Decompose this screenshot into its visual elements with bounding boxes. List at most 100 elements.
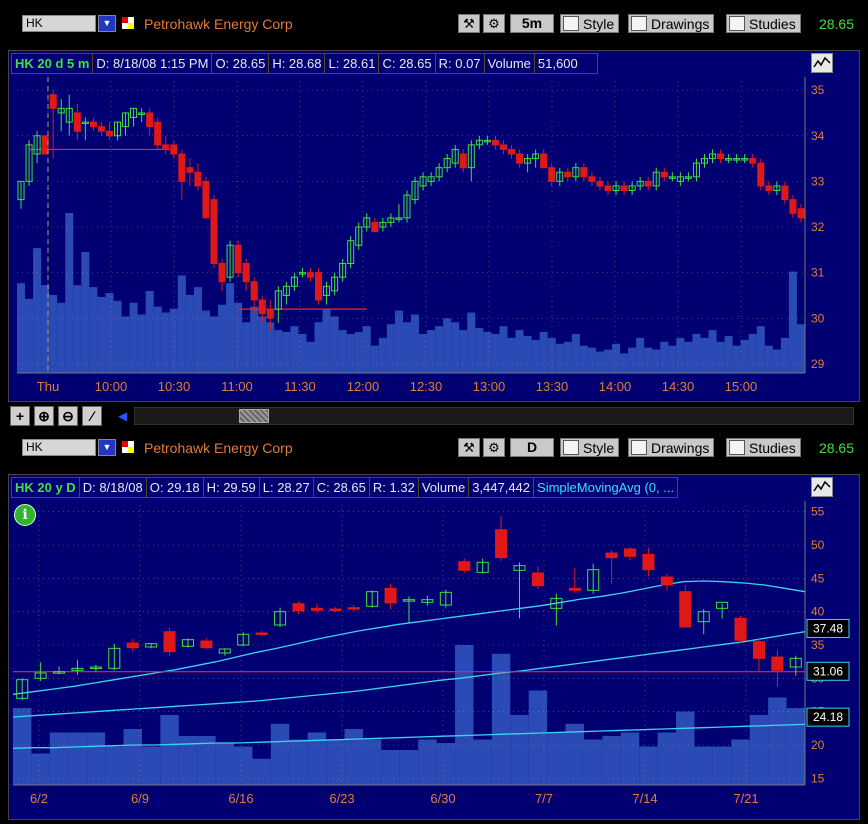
volume-bar bbox=[499, 326, 508, 373]
bottom-chart-svg[interactable]: 1520253035404550556/26/96/166/236/307/77… bbox=[9, 475, 859, 819]
volume-bar bbox=[344, 729, 363, 785]
candle-down bbox=[234, 244, 242, 274]
candle-down bbox=[458, 561, 471, 571]
volume-bar bbox=[252, 758, 271, 785]
volume-bar bbox=[694, 746, 713, 785]
crosshair-icon[interactable]: + bbox=[10, 406, 30, 426]
top-drawings-button[interactable]: Drawings bbox=[628, 14, 715, 33]
volume-bar bbox=[515, 330, 524, 373]
link-color-icon[interactable] bbox=[122, 441, 134, 453]
y-tick-label: 45 bbox=[811, 571, 825, 585]
volume-bar bbox=[160, 715, 179, 785]
volume-bar bbox=[330, 316, 339, 373]
top-chart-svg[interactable]: 29 30 31 32 33 34 35 Thu 10:00 10:30 11:00 11:30 12:… bbox=[9, 51, 859, 401]
y-tick-label: 20 bbox=[811, 738, 825, 752]
bottom-strip-date: D: 8/18/08 bbox=[79, 477, 147, 498]
price-label-text: 24.18 bbox=[813, 710, 843, 724]
y-tick-label: 30 bbox=[811, 311, 825, 325]
volume-bar bbox=[652, 349, 661, 373]
top-tools-icon[interactable]: ⚒ bbox=[458, 14, 480, 33]
candle-down bbox=[679, 591, 692, 628]
zoom-in-icon[interactable]: ⊕ bbox=[34, 406, 54, 426]
info-icon[interactable]: i bbox=[14, 504, 36, 526]
bottom-style-button[interactable]: Style bbox=[560, 438, 620, 457]
candle-down bbox=[384, 587, 397, 604]
volume-bar bbox=[137, 314, 146, 373]
volume-bar bbox=[473, 739, 492, 785]
top-settings-icon[interactable]: ⚙ bbox=[483, 14, 505, 33]
top-symbol-input[interactable]: HK bbox=[22, 15, 96, 32]
volume-bar bbox=[33, 248, 42, 373]
x-tick-label: 12:30 bbox=[410, 379, 443, 394]
bottom-timeframe-button[interactable]: D bbox=[510, 438, 554, 457]
studies-icon bbox=[729, 16, 745, 31]
volume-bar bbox=[338, 330, 347, 373]
bottom-chart-settings-icon[interactable] bbox=[811, 477, 833, 497]
candle-down bbox=[588, 176, 596, 182]
bottom-strip-title: HK 20 y D bbox=[11, 477, 80, 498]
volume-bar bbox=[660, 341, 669, 373]
candle-down bbox=[162, 144, 170, 150]
top-strip-range: R: 0.07 bbox=[435, 53, 485, 74]
top-strip-high: H: 28.68 bbox=[269, 53, 326, 74]
volume-bar bbox=[786, 708, 805, 785]
bottom-strip-study[interactable]: SimpleMovingAvg (0, ... bbox=[534, 477, 679, 498]
candle-down bbox=[642, 553, 655, 571]
draw-line-icon[interactable]: ∕ bbox=[82, 406, 102, 426]
y-tick-label: 31 bbox=[811, 266, 825, 280]
candle-down bbox=[644, 180, 652, 187]
top-strip-volume-value: 51,600 bbox=[534, 53, 598, 74]
top-timeframe-button[interactable]: 5m bbox=[510, 14, 554, 33]
y-tick-label: 15 bbox=[811, 771, 825, 785]
bottom-last-price: 28.65 bbox=[818, 440, 854, 456]
candle-down bbox=[315, 272, 323, 301]
volume-bar bbox=[242, 322, 251, 373]
candle-down bbox=[170, 144, 178, 155]
style-chart-icon bbox=[563, 440, 579, 455]
bottom-symbol-input[interactable]: HK bbox=[22, 439, 96, 456]
volume-bar bbox=[724, 335, 733, 373]
bottom-strip-low: L: 28.27 bbox=[259, 477, 314, 498]
volume-bar bbox=[209, 316, 219, 373]
y-tick-label: 35 bbox=[811, 638, 825, 652]
candle-down bbox=[491, 139, 499, 146]
volume-bar bbox=[716, 341, 725, 373]
bottom-symbol-dropdown-chevron-icon[interactable]: ▼ bbox=[98, 439, 116, 456]
top-symbol-dropdown-chevron-icon[interactable]: ▼ bbox=[98, 15, 116, 32]
chart-navigation-bar: + ⊕ ⊖ ∕ ◀ bbox=[8, 404, 860, 428]
volume-bar bbox=[250, 306, 259, 373]
top-strip-date: D: 8/18/08 1:15 PM bbox=[93, 53, 213, 74]
zoom-out-icon[interactable]: ⊖ bbox=[58, 406, 78, 426]
volume-bar bbox=[603, 349, 613, 373]
link-color-icon[interactable] bbox=[122, 17, 134, 29]
candle-down bbox=[266, 308, 274, 319]
bottom-tools-icon[interactable]: ⚒ bbox=[458, 438, 480, 457]
pencil-icon bbox=[631, 440, 647, 455]
top-chart-settings-icon[interactable] bbox=[811, 53, 833, 73]
time-scrollbar[interactable] bbox=[134, 407, 854, 425]
volume-bar bbox=[636, 337, 645, 373]
scrollbar-thumb[interactable] bbox=[239, 409, 269, 423]
volume-bar bbox=[491, 333, 500, 373]
volume-bar bbox=[25, 298, 34, 373]
bottom-studies-button[interactable]: Studies bbox=[726, 438, 801, 457]
scroll-left-icon[interactable]: ◀ bbox=[118, 409, 127, 423]
candle-down bbox=[765, 185, 773, 191]
candle-down bbox=[604, 185, 612, 191]
volume-bar bbox=[105, 293, 114, 373]
volume-bar bbox=[756, 326, 765, 373]
top-studies-button[interactable]: Studies bbox=[726, 14, 801, 33]
top-style-button[interactable]: Style bbox=[560, 14, 620, 33]
price-label-text: 37.48 bbox=[813, 621, 843, 635]
bottom-settings-icon[interactable]: ⚙ bbox=[483, 438, 505, 457]
candle-down bbox=[781, 185, 789, 201]
candle-down bbox=[757, 162, 765, 187]
candle-down bbox=[499, 144, 507, 150]
candle-down bbox=[126, 642, 139, 649]
bottom-drawings-button[interactable]: Drawings bbox=[628, 438, 715, 457]
volume-bar bbox=[177, 275, 186, 373]
volume-bar bbox=[201, 310, 210, 373]
x-tick-label: 13:30 bbox=[536, 379, 569, 394]
volume-bar bbox=[451, 322, 460, 373]
volume-bar bbox=[427, 330, 436, 373]
